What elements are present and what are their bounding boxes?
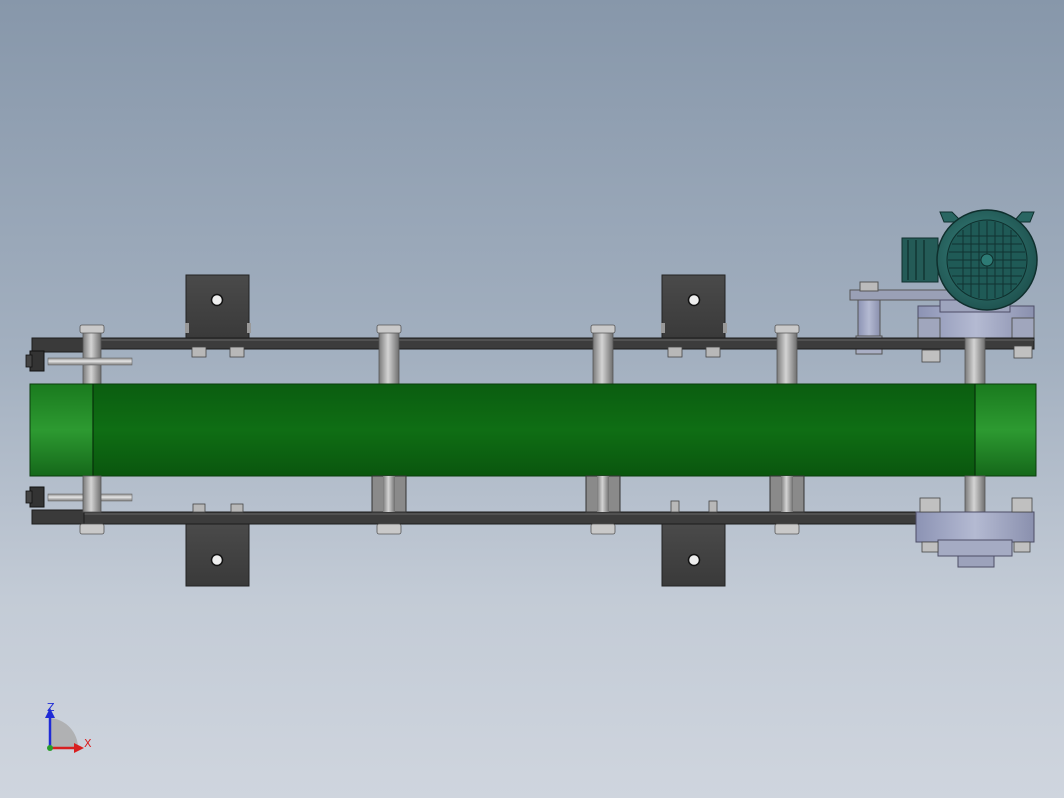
conveyor-assembly-drawing: Z X <box>25 209 1038 753</box>
coordinate-triad: Z X <box>45 701 92 753</box>
cad-viewport[interactable]: Z X <box>0 0 1064 798</box>
conveyor-belt <box>29 383 1037 477</box>
mounting-block <box>185 274 250 339</box>
z-axis-label: Z <box>47 701 55 714</box>
top-mounting-blocks <box>185 274 727 339</box>
top-side-rail <box>31 337 1035 353</box>
tail-pulley <box>29 383 94 477</box>
belt-surface <box>29 383 1037 477</box>
bottom-side-rail <box>31 509 1035 525</box>
x-axis-label: X <box>84 737 92 750</box>
bottom-mounting-blocks <box>185 523 726 587</box>
mounting-block <box>661 274 726 339</box>
head-pulley <box>974 383 1037 477</box>
drive-motor-assembly <box>849 209 1038 355</box>
